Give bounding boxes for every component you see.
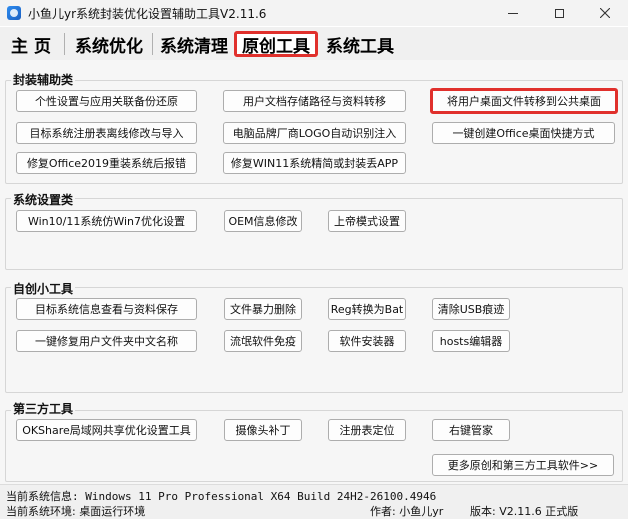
camera-patch-button[interactable]: 摄像头补丁 bbox=[224, 419, 302, 441]
main-tab-bar: 主 页 系统优化 系统清理 原创工具 系统工具 bbox=[0, 27, 628, 60]
desktop-to-public-button[interactable]: 将用户桌面文件转移到公共桌面 bbox=[430, 88, 618, 114]
version-status: 版本: V2.11.6 正式版 bbox=[470, 505, 579, 518]
hosts-editor-button[interactable]: hosts编辑器 bbox=[432, 330, 510, 352]
software-installer-button[interactable]: 软件安装器 bbox=[328, 330, 406, 352]
tab-home[interactable]: 主 页 bbox=[6, 31, 56, 57]
tab-content: 封装辅助类 个性设置与应用关联备份还原 用户文档存储路径与资料转移 将用户桌面文… bbox=[0, 60, 628, 484]
group-settings bbox=[5, 198, 623, 270]
user-docs-path-button[interactable]: 用户文档存储路径与资料转移 bbox=[223, 90, 406, 112]
system-info-save-button[interactable]: 目标系统信息查看与资料保存 bbox=[16, 298, 197, 320]
title-bar: 小鱼儿yr系统封装优化设置辅助工具V2.11.6 bbox=[0, 0, 628, 26]
context-menu-manager-button[interactable]: 右键管家 bbox=[432, 419, 510, 441]
close-button[interactable] bbox=[582, 0, 628, 26]
close-icon bbox=[600, 8, 610, 18]
group-settings-title: 系统设置类 bbox=[11, 191, 76, 208]
system-info-status: 当前系统信息: Windows 11 Pro Professional X64 … bbox=[6, 490, 437, 503]
tab-divider bbox=[64, 33, 65, 55]
author-status: 作者: 小鱼儿yr bbox=[370, 505, 444, 518]
force-delete-button[interactable]: 文件暴力删除 bbox=[224, 298, 302, 320]
malware-immune-button[interactable]: 流氓软件免疫 bbox=[224, 330, 302, 352]
oem-info-button[interactable]: OEM信息修改 bbox=[224, 210, 302, 232]
app-fish-icon bbox=[7, 6, 21, 20]
clear-usb-traces-button[interactable]: 清除USB痕迹 bbox=[432, 298, 510, 320]
okshare-lan-button[interactable]: OKShare局域网共享优化设置工具 bbox=[16, 419, 197, 441]
brand-logo-inject-button[interactable]: 电脑品牌厂商LOGO自动识别注入 bbox=[223, 122, 406, 144]
fix-user-folder-name-button[interactable]: 一键修复用户文件夹中文名称 bbox=[16, 330, 197, 352]
group-third-party-title: 第三方工具 bbox=[11, 400, 76, 417]
tab-system-tools[interactable]: 系统工具 bbox=[320, 31, 400, 57]
maximize-icon bbox=[554, 8, 564, 18]
minimize-icon bbox=[508, 12, 518, 14]
tab-system-clean[interactable]: 系统清理 bbox=[156, 31, 232, 57]
group-packaging-title: 封装辅助类 bbox=[11, 71, 76, 88]
offline-registry-button[interactable]: 目标系统注册表离线修改与导入 bbox=[16, 122, 197, 144]
god-mode-button[interactable]: 上帝模式设置 bbox=[328, 210, 406, 232]
fix-office2019-button[interactable]: 修复Office2019重装系统后报错 bbox=[16, 152, 197, 174]
tab-system-optimize[interactable]: 系统优化 bbox=[70, 31, 148, 57]
system-env-status: 当前系统环境: 桌面运行环境 bbox=[6, 505, 146, 518]
maximize-button[interactable] bbox=[536, 0, 582, 26]
backup-restore-settings-button[interactable]: 个性设置与应用关联备份还原 bbox=[16, 90, 197, 112]
win7-style-button[interactable]: Win10/11系统仿Win7优化设置 bbox=[16, 210, 197, 232]
minimize-button[interactable] bbox=[490, 0, 536, 26]
tab-divider bbox=[152, 33, 153, 55]
window-title: 小鱼儿yr系统封装优化设置辅助工具V2.11.6 bbox=[28, 7, 267, 21]
status-bar: 当前系统信息: Windows 11 Pro Professional X64 … bbox=[0, 484, 628, 519]
tab-original-tools[interactable]: 原创工具 bbox=[234, 31, 318, 57]
registry-locate-button[interactable]: 注册表定位 bbox=[328, 419, 406, 441]
group-original-tools-title: 自创小工具 bbox=[11, 280, 76, 297]
fix-win11-app-button[interactable]: 修复WIN11系统精简或封装丢APP bbox=[223, 152, 406, 174]
office-shortcut-button[interactable]: 一键创建Office桌面快捷方式 bbox=[432, 122, 615, 144]
more-tools-button[interactable]: 更多原创和第三方工具软件>> bbox=[432, 454, 614, 476]
reg-to-bat-button[interactable]: Reg转换为Bat bbox=[328, 298, 406, 320]
